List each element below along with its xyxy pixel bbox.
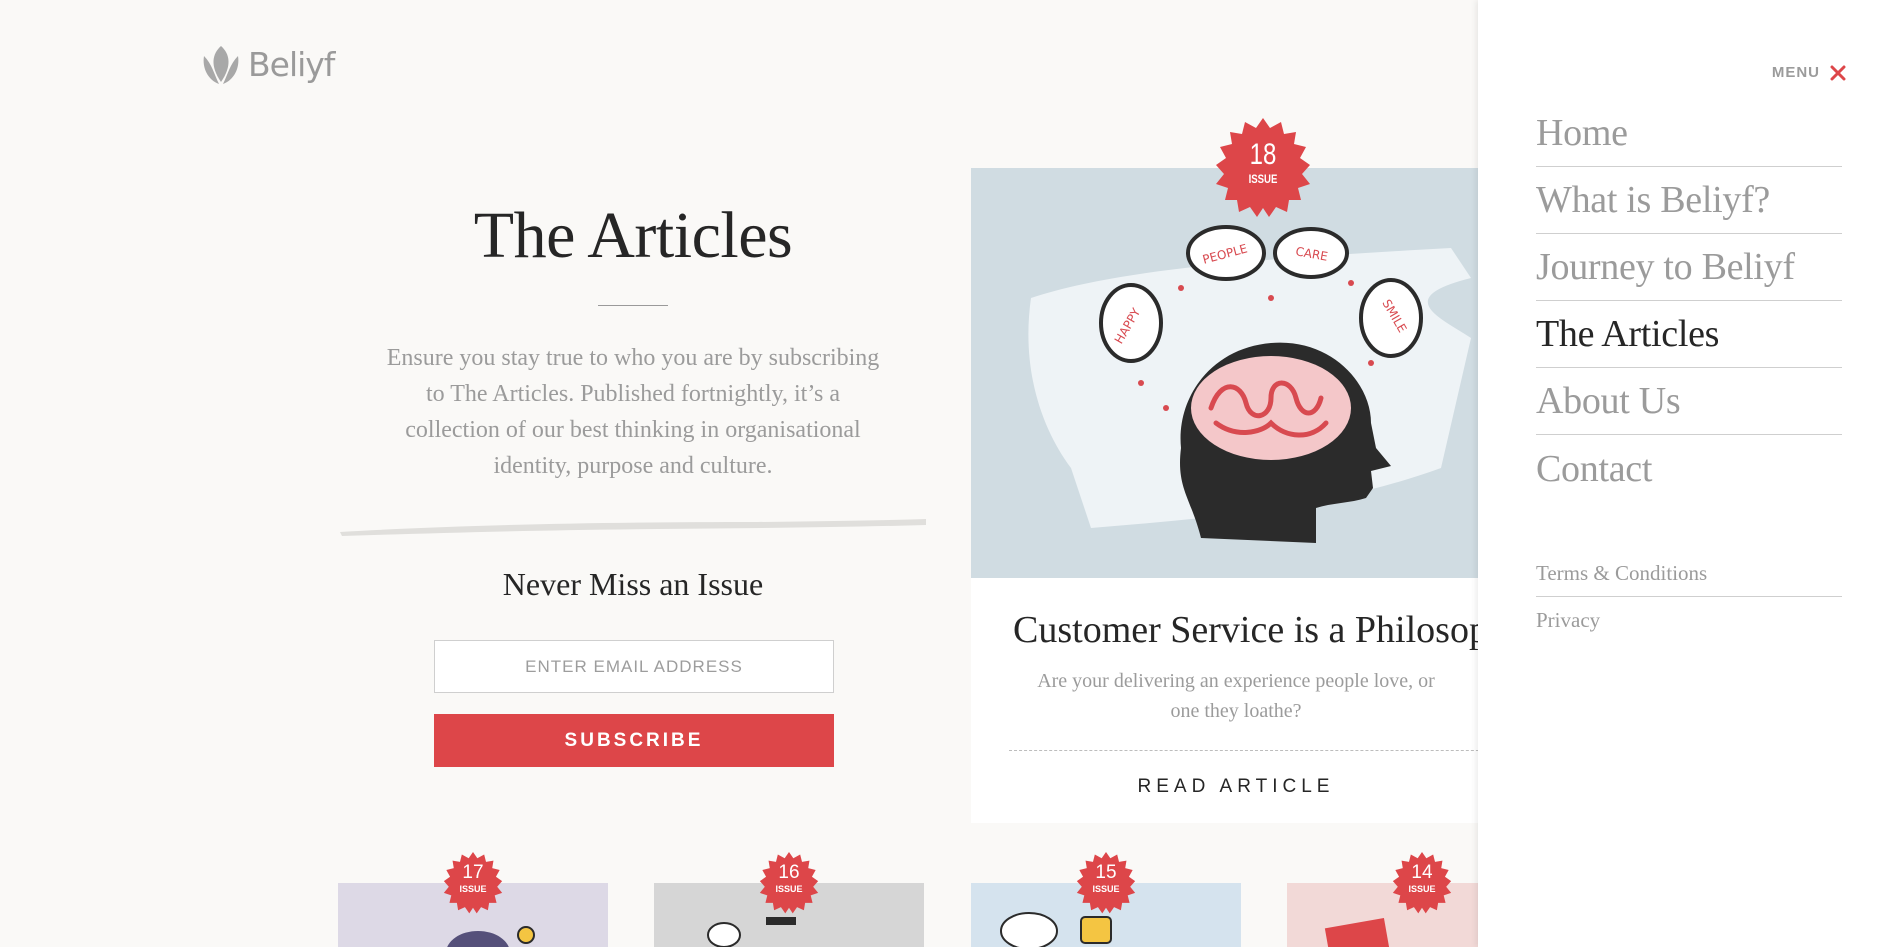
email-input[interactable] <box>434 640 834 693</box>
featured-article-card[interactable]: HAPPY PEOPLE CARE SMILE Customer Service… <box>971 168 1531 823</box>
issue-badge: 17 ISSUE <box>442 852 504 914</box>
nav-link[interactable]: About Us <box>1536 379 1681 423</box>
issue-badge: 16 ISSUE <box>758 852 820 914</box>
articles-intro: The Articles Ensure you stay true to who… <box>338 199 928 484</box>
issue-badge: 14 ISSUE <box>1391 852 1453 914</box>
issue-number: 14 <box>1411 862 1433 883</box>
issue-label: ISSUE <box>459 884 487 894</box>
card-divider <box>1009 750 1509 751</box>
brush-divider <box>340 519 926 536</box>
leaf-icon <box>203 46 239 84</box>
legal-item-privacy[interactable]: Privacy <box>1536 597 1842 644</box>
issue-label: ISSUE <box>1408 884 1436 894</box>
nav-link[interactable]: Home <box>1536 111 1628 155</box>
issue-number: 16 <box>778 862 800 883</box>
nav-link[interactable]: The Articles <box>1536 312 1719 356</box>
issue-badge: 15 ISSUE <box>1075 852 1137 914</box>
issue-label: ISSUE <box>775 884 803 894</box>
legal-nav: Terms & Conditions Privacy <box>1536 550 1842 644</box>
featured-article-summary: Are your delivering an experience people… <box>1037 670 1435 722</box>
menu-close-button[interactable]: MENU <box>1772 64 1846 81</box>
menu-panel: MENU Home What is Beliyf? Journey to Bel… <box>1478 0 1898 947</box>
legal-item-terms[interactable]: Terms & Conditions <box>1536 550 1842 597</box>
nav-item-journey[interactable]: Journey to Beliyf <box>1536 234 1842 301</box>
nav-link[interactable]: What is Beliyf? <box>1536 178 1770 222</box>
nav-item-about-us[interactable]: About Us <box>1536 368 1842 435</box>
legal-link[interactable]: Terms & Conditions <box>1536 561 1707 586</box>
title-divider <box>598 304 668 306</box>
issue-number: 18 <box>1249 138 1277 171</box>
issue-number: 17 <box>462 862 484 883</box>
nav-item-what-is-beliyf[interactable]: What is Beliyf? <box>1536 167 1842 234</box>
main-nav: Home What is Beliyf? Journey to Beliyf T… <box>1536 100 1842 502</box>
brand-logo[interactable]: Beliyf <box>200 42 335 86</box>
issue-badge: 18 ISSUE <box>1213 118 1313 218</box>
close-icon[interactable] <box>1830 65 1846 81</box>
signup-heading: Never Miss an Issue <box>502 566 764 602</box>
issue-label: ISSUE <box>1248 172 1278 186</box>
issue-number: 15 <box>1095 862 1117 883</box>
nav-link[interactable]: Journey to Beliyf <box>1536 245 1795 289</box>
page-title: The Articles <box>473 199 793 272</box>
featured-illustration: HAPPY PEOPLE CARE SMILE <box>971 168 1531 578</box>
featured-article-title[interactable]: Customer Service is a Philosophy <box>971 608 1531 652</box>
subscribe-button[interactable]: SUBSCRIBE <box>434 714 834 767</box>
brand-name: Beliyf <box>248 44 335 84</box>
menu-label: MENU <box>1771 64 1820 81</box>
page-description: Ensure you stay true to who you are by s… <box>386 344 880 479</box>
nav-item-the-articles[interactable]: The Articles <box>1536 301 1842 368</box>
nav-link[interactable]: Contact <box>1536 447 1652 491</box>
read-article-link[interactable]: READ ARTICLE <box>971 776 1531 798</box>
issue-label: ISSUE <box>1092 884 1120 894</box>
nav-item-contact[interactable]: Contact <box>1536 435 1842 502</box>
nav-item-home[interactable]: Home <box>1536 100 1842 167</box>
legal-link[interactable]: Privacy <box>1536 608 1600 633</box>
